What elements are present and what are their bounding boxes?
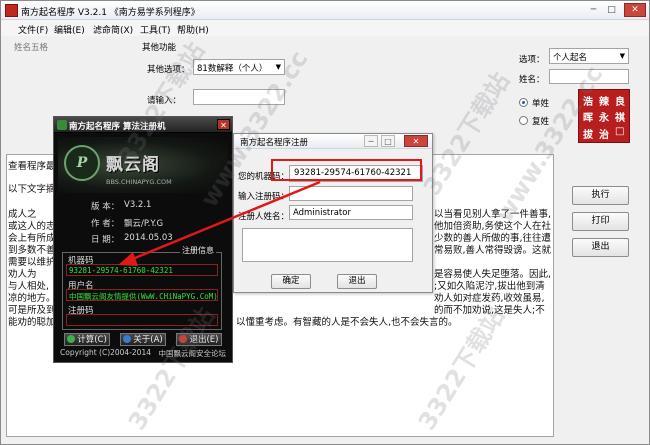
seal-char: 祺 — [615, 113, 625, 124]
text-line: 以下文字摘 — [8, 184, 56, 195]
radio-compound-surname[interactable] — [519, 116, 528, 125]
menu-tools[interactable]: 工具(T) — [140, 23, 171, 36]
maximize-icon[interactable]: □ — [381, 135, 395, 147]
reg-notes-area[interactable] — [242, 228, 413, 262]
reg-username-label: 注册人姓名： — [238, 212, 290, 222]
execute-button[interactable]: 执行 — [572, 186, 629, 205]
function-options-select[interactable]: 81数解释（个人） ▼ — [193, 59, 285, 75]
menu-filter[interactable]: 滤命简(X) — [93, 23, 133, 36]
reg-cancel-button[interactable]: 退出 — [337, 274, 377, 289]
menu-edit[interactable]: 编辑(E) — [54, 23, 85, 36]
text-line: 能劝的聪加 — [8, 317, 56, 328]
reg-code-label: 输入注册码： — [238, 192, 290, 202]
app-icon — [5, 4, 18, 17]
function-options-value: 81数解释（个人） — [197, 64, 268, 74]
version-label: 版 本： — [91, 202, 120, 212]
seal-char: 治 — [599, 130, 609, 141]
calc-icon — [67, 335, 76, 343]
reg-username-input[interactable]: Administrator — [289, 205, 413, 220]
date-value: 2014.05.03 — [124, 233, 173, 243]
seal-char: 永 — [599, 113, 609, 124]
keygen-reg-group-title: 注册信息 — [180, 245, 216, 256]
kg-machine-code-field[interactable]: 93281-29574-61760-42321 — [66, 264, 218, 276]
radio-single-label: 单姓 — [532, 99, 550, 109]
author-value: 飘云/P.Y.G — [124, 219, 164, 229]
text-line: 查看程序最 — [8, 161, 56, 172]
chevron-down-icon: ▼ — [619, 52, 625, 60]
name-grid-group-label: 姓名五格 — [14, 43, 49, 53]
menu-file[interactable]: 文件(F) — [18, 23, 48, 36]
kg-about-label: 关于(A) — [133, 335, 163, 345]
seal-char: 拔 — [583, 130, 593, 141]
close-icon[interactable]: ✕ — [404, 135, 428, 147]
minimize-icon[interactable]: ─ — [586, 3, 601, 17]
radio-single-surname[interactable] — [519, 98, 528, 107]
keygen-footer: Copyright (C)2004-2014 中国飘云阁安全论坛 — [60, 348, 228, 358]
kg-user-field[interactable]: 中国飘云阁友情提供(WwW.CHiNaPYG.CoM) — [66, 289, 218, 301]
exit-button[interactable]: 退出 — [572, 238, 629, 257]
seal-char: 辣 — [599, 97, 609, 108]
kg-calc-button[interactable]: 计算(C) — [64, 333, 110, 346]
option-select[interactable]: 个人起名 ▼ — [549, 48, 629, 64]
seal-char: 良 — [615, 97, 625, 108]
about-icon — [123, 335, 132, 343]
main-title-bar[interactable]: 南方起名程序 V3.2.1 《南方易学系列程序》 ─ □ ✕ — [1, 1, 649, 20]
keygen-app-icon — [57, 120, 67, 130]
close-icon[interactable]: ✕ — [217, 119, 230, 130]
option-label: 选项： — [519, 55, 545, 65]
option-value: 个人起名 — [553, 53, 588, 63]
surname-label: 姓名： — [519, 75, 545, 85]
keygen-site: BBS.CHINAPYG.COM — [106, 178, 172, 186]
kg-copyright: Copyright (C)2004-2014 — [60, 348, 151, 357]
minimize-icon[interactable]: ─ — [364, 135, 378, 147]
seal-char: □ — [615, 126, 625, 137]
machine-code-highlight — [271, 159, 422, 181]
window-title: 南方起名程序 V3.2.1 《南方易学系列程序》 — [21, 8, 200, 18]
reg-ok-button[interactable]: 确定 — [271, 274, 311, 289]
author-label: 作 者： — [91, 219, 120, 229]
pyg-logo: P — [64, 145, 100, 181]
kg-about-button[interactable]: 关于(A) — [120, 333, 166, 346]
text-line-right: 常易败,善人常得毁谤。这就 — [434, 245, 552, 256]
menu-bar: 文件(F) 编辑(E) 滤命简(X) 工具(T) 帮助(H) — [1, 20, 649, 36]
maximize-icon[interactable]: □ — [604, 3, 619, 17]
version-value: V3.2.1 — [124, 200, 152, 210]
reg-code-input[interactable] — [289, 186, 413, 201]
print-button[interactable]: 打印 — [572, 212, 629, 231]
register-dialog: 南方起名程序注册 ─ □ ✕ 您的机器码： 93281-29574-61760-… — [233, 133, 433, 293]
close-icon[interactable]: ✕ — [624, 3, 646, 17]
kg-calc-label: 计算(C) — [77, 335, 107, 345]
date-label: 日 期： — [91, 235, 120, 245]
